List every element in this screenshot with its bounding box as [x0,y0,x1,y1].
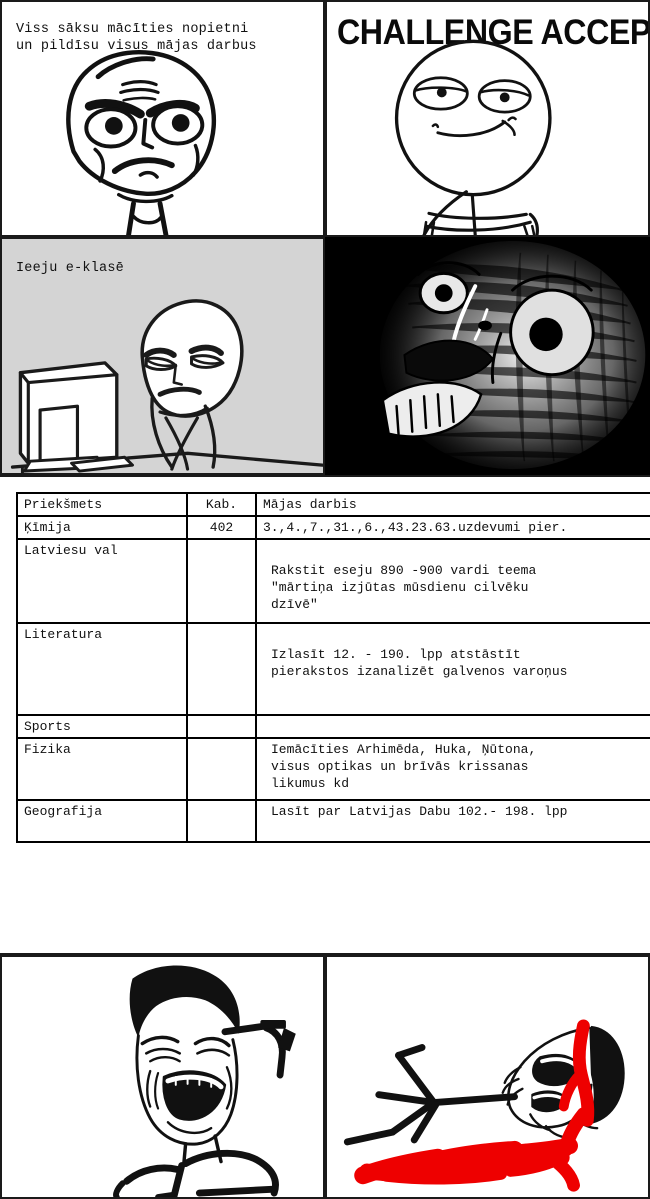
cell-subject: Geografija [16,799,188,843]
cell-task: Iemācīties Arhimēda, Huka, Ņūtona, visus… [255,737,650,801]
cell-room [186,737,257,801]
cell-task-text: Rakstit eseju 890 -900 vardi teema "mārt… [271,563,537,612]
table-header-row: Priekšmets Kab. Mājas darbis [16,492,650,517]
panel-determined-guy: Viss sāksu mācīties nopietni un pildīsu … [0,0,325,237]
panel-homework-table: Priekšmets Kab. Mājas darbis Ķīmija 402 … [0,475,650,955]
header-subject: Priekšmets [16,492,188,517]
table-row: Geografija Lasīt par Latvijas Dabu 102.-… [16,799,650,843]
cell-task: 3.,4.,7.,31.,6.,43.23.63.uzdevumi pier. [255,515,650,540]
cell-task-text: Iemācīties Arhimēda, Huka, Ņūtona, visus… [271,742,537,791]
cell-subject: Latviesu val [16,538,188,624]
cell-task [255,714,650,739]
table-row: Sports [16,714,650,739]
cell-room [186,799,257,843]
cell-task: Rakstit eseju 890 -900 vardi teema "mārt… [255,538,650,624]
rage-comic: Viss sāksu mācīties nopietni un pildīsu … [0,0,650,1199]
dead-yao-ming-face-with-blood [343,1019,625,1192]
homework-table: Priekšmets Kab. Mājas darbis Ķīmija 402 … [16,492,650,843]
table-row: Literatura Izlasīt 12. - 190. lpp atstās… [16,622,650,716]
horrified-shocked-rage-face [327,239,648,473]
cell-room [186,714,257,739]
caption-computer: Ieeju e-klasē [16,261,124,276]
cell-task-text: Lasīt par Latvijas Dabu 102.- 198. lpp [271,804,568,819]
panel-yao-ming-gun [0,955,325,1199]
cell-subject: Sports [16,714,188,739]
cell-room: 402 [186,515,257,540]
cell-subject: Fizika [16,737,188,801]
cell-room [186,622,257,716]
table-row: Latviesu val Rakstit eseju 890 -900 vard… [16,538,650,624]
header-room: Kab. [186,492,257,517]
panel-challenge-accepted: CHALLENGE ACCEPTED [325,0,650,237]
cell-subject: Ķīmija [16,515,188,540]
table-row: Ķīmija 402 3.,4.,7.,31.,6.,43.23.63.uzde… [16,515,650,540]
cell-task-text: Izlasīt 12. - 190. lpp atstāstīt pieraks… [271,647,568,679]
panel-dead-yao-ming [325,955,650,1199]
yao-ming-face-with-gun [113,965,296,1197]
cell-task: Izlasīt 12. - 190. lpp atstāstīt pieraks… [255,622,650,716]
cell-room [186,538,257,624]
challenge-accepted-rage-face [394,39,552,235]
table-row: Fizika Iemācīties Arhimēda, Huka, Ņūtona… [16,737,650,801]
panel-computer-guy: Ieeju e-klasē [0,237,325,475]
cell-subject: Literatura [16,622,188,716]
header-task: Mājas darbis [255,492,650,517]
panel-horrified-face [325,237,650,475]
cell-task: Lasīt par Latvijas Dabu 102.- 198. lpp [255,799,650,843]
caption-determined: Viss sāksu mācīties nopietni un pildīsu … [16,22,257,54]
